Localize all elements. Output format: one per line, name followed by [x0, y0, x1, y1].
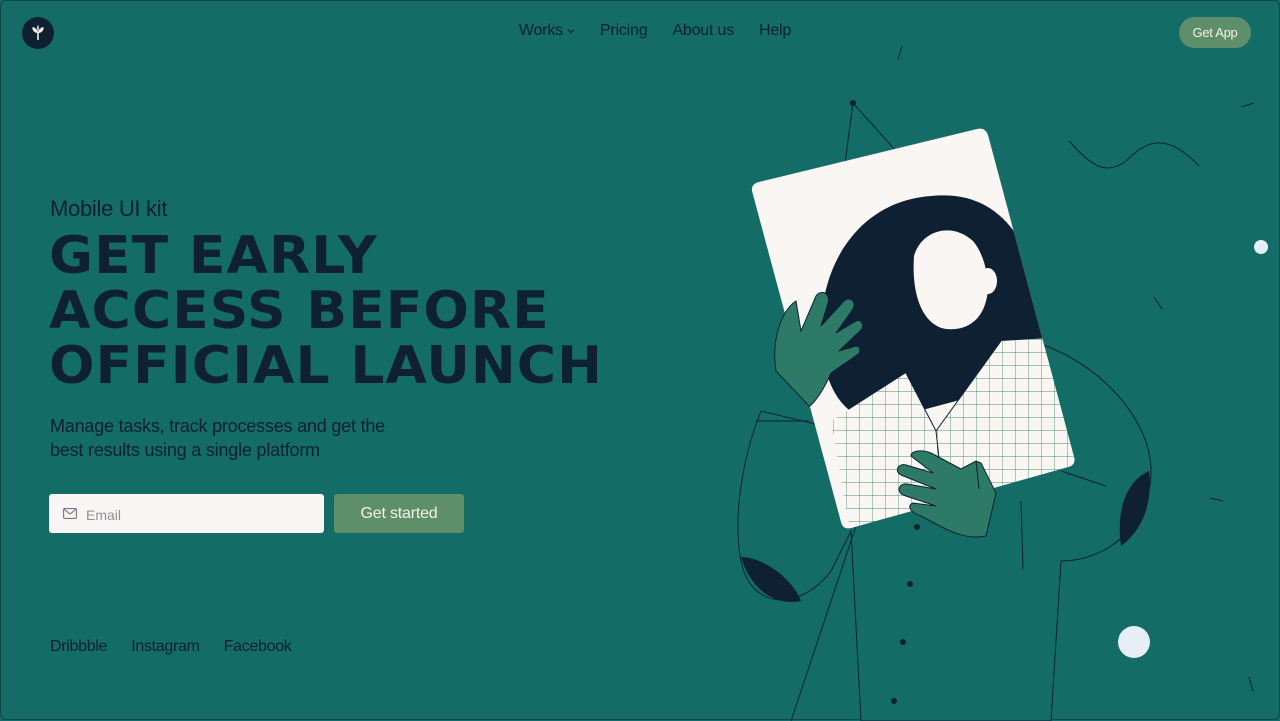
main-nav: Works Pricing About us Help	[1, 22, 1279, 40]
social-link-facebook[interactable]: Facebook	[224, 638, 292, 656]
hero-headline: Get early access before official launch	[49, 229, 708, 394]
decor-circle	[1254, 240, 1268, 254]
nav-works-label: Works	[518, 22, 563, 39]
hero-subtitle: Manage tasks, track processes and get th…	[50, 416, 385, 460]
nav-pricing[interactable]: Pricing	[600, 22, 648, 40]
mail-icon	[63, 508, 77, 519]
nav-pricing-label: Pricing	[599, 22, 648, 39]
hero-illustration	[737, 45, 1268, 721]
headline-line-3: official launch	[49, 336, 603, 396]
nav-about-us[interactable]: About us	[672, 22, 734, 40]
email-field-wrapper[interactable]	[49, 494, 324, 533]
get-started-button[interactable]: Get started	[334, 494, 464, 533]
nav-about-label: About us	[672, 22, 734, 39]
headline-line-2: access before	[49, 281, 550, 341]
chevron-down-icon	[567, 29, 575, 34]
nav-works[interactable]: Works	[519, 22, 575, 40]
decor-dot	[850, 100, 856, 106]
social-link-instagram[interactable]: Instagram	[131, 638, 200, 656]
email-input[interactable]	[84, 503, 308, 524]
decor-circle	[1118, 626, 1150, 658]
landing-page: Works Pricing About us Help Get App Mobi…	[0, 0, 1280, 721]
social-link-dribbble[interactable]: Dribbble	[50, 638, 107, 656]
hero-eyebrow: Mobile UI kit	[50, 196, 168, 221]
nav-help[interactable]: Help	[759, 22, 791, 40]
headline-line-1: Get early	[49, 226, 378, 286]
nav-help-label: Help	[759, 22, 792, 39]
social-links: Dribbble Instagram Facebook	[50, 638, 292, 656]
